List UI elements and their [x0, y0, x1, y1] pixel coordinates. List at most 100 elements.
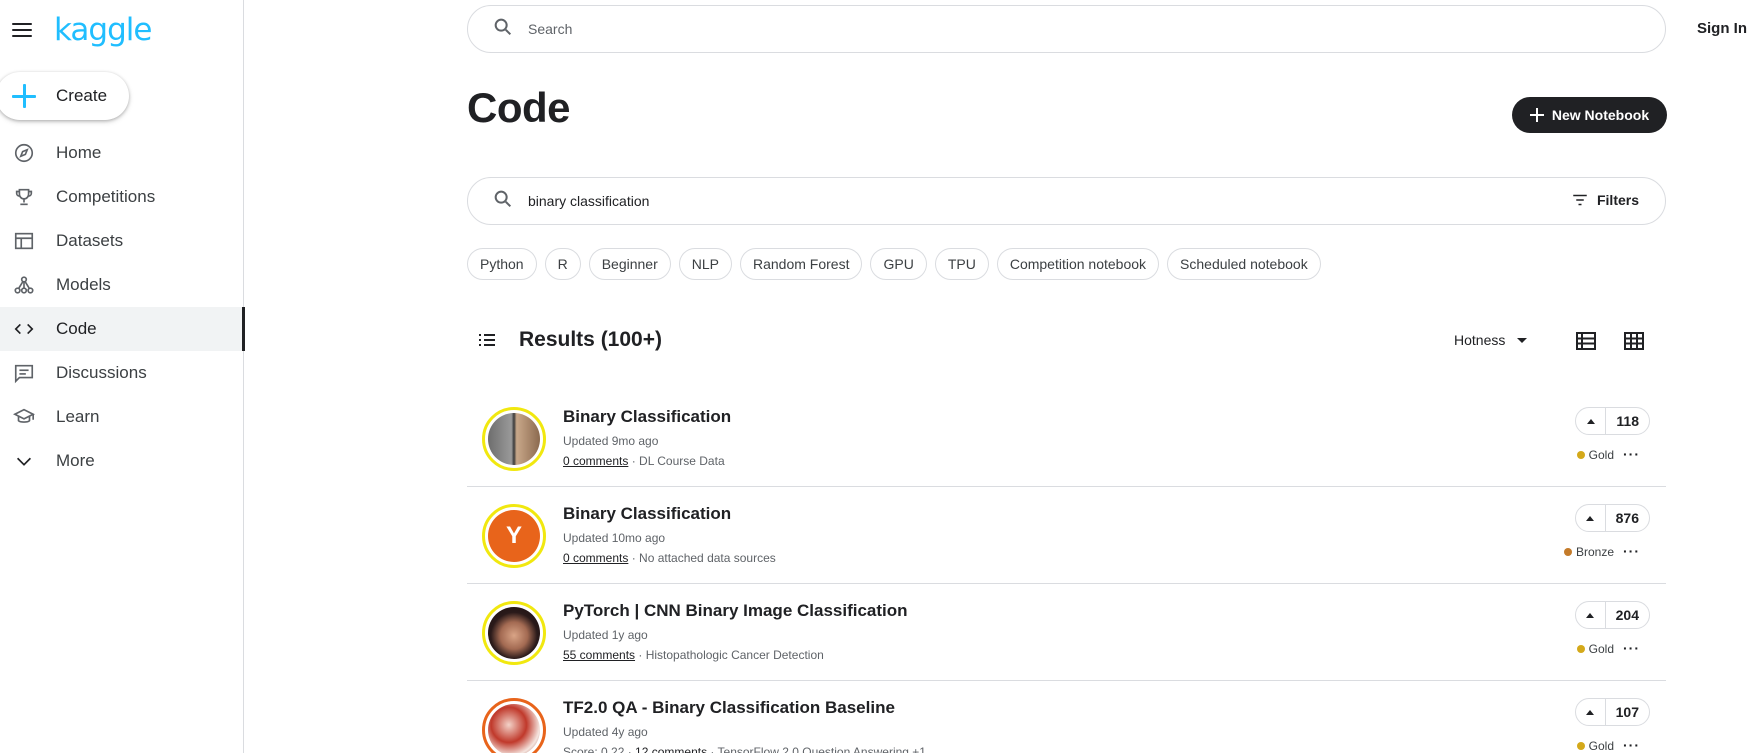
medal-icon [1576, 451, 1585, 459]
medal-badge: Gold [1576, 448, 1614, 462]
avatar[interactable] [482, 698, 546, 753]
comment-icon [12, 361, 36, 385]
plus-icon [1529, 108, 1544, 122]
upvote-icon[interactable] [1576, 602, 1606, 628]
chip-nlp[interactable]: NLP [678, 248, 732, 280]
sidebar-item-label: Datasets [56, 231, 124, 250]
avatar[interactable]: Y [482, 504, 546, 568]
avatar[interactable] [482, 601, 546, 665]
sidebar-item-models[interactable]: Models [0, 263, 244, 307]
compass-icon [12, 141, 36, 165]
chip-competition-notebook[interactable]: Competition notebook [996, 248, 1160, 280]
list-icon[interactable] [477, 330, 497, 350]
plus-icon [12, 84, 36, 108]
upvote-icon[interactable] [1576, 699, 1606, 725]
new-notebook-button[interactable]: New Notebook [1512, 97, 1667, 133]
chip-scheduled-notebook[interactable]: Scheduled notebook [1167, 248, 1321, 280]
list-view-icon[interactable] [1575, 330, 1597, 352]
updated-time: Updated 9mo ago [563, 434, 659, 448]
notebook-title[interactable]: Binary Classification [563, 407, 731, 427]
avatar-image [488, 413, 540, 465]
caret-down-icon [1517, 337, 1528, 343]
code-search-input[interactable] [528, 193, 1508, 209]
notebook-title[interactable]: Binary Classification [563, 504, 731, 524]
chip-random-forest[interactable]: Random Forest [740, 248, 863, 280]
more-options-icon[interactable]: ··· [1623, 737, 1640, 753]
sidebar-item-discussions[interactable]: Discussions [0, 351, 244, 395]
medal-icon [1563, 548, 1572, 556]
sidebar-item-competitions[interactable]: Competitions [0, 175, 244, 219]
sidebar: kaggle Create Home Competitions Datasets [0, 0, 245, 753]
meta-prefix: Score: 0.22 · [563, 745, 636, 753]
comments-link[interactable]: 0 comments [563, 551, 628, 565]
vote-button[interactable]: 204 [1574, 601, 1650, 629]
grid-view-icon[interactable] [1623, 330, 1645, 352]
vote-button[interactable]: 118 [1575, 407, 1650, 435]
vote-count: 118 [1616, 413, 1639, 429]
code-search[interactable]: Filters [467, 177, 1666, 225]
upvote-icon[interactable] [1576, 505, 1606, 531]
medal-icon [1576, 742, 1585, 750]
new-notebook-label: New Notebook [1551, 107, 1650, 123]
medal-icon [1576, 645, 1585, 653]
notebook-meta: 55 comments · Histopathologic Cancer Det… [563, 648, 824, 662]
chip-tpu[interactable]: TPU [934, 248, 989, 280]
chip-gpu[interactable]: GPU [870, 248, 927, 280]
chip-python[interactable]: Python [467, 248, 537, 280]
trophy-icon [12, 185, 36, 209]
sign-in-link[interactable]: Sign In [1697, 20, 1747, 37]
medal-badge: Bronze [1563, 545, 1614, 559]
data-source: · TensorFlow 2.0 Question Answering +1 [707, 745, 926, 753]
more-options-icon[interactable]: ··· [1623, 543, 1640, 559]
chip-beginner[interactable]: Beginner [588, 248, 671, 280]
sidebar-item-datasets[interactable]: Datasets [0, 219, 244, 263]
vote-count: 204 [1615, 607, 1639, 623]
vote-count: 107 [1615, 704, 1639, 720]
more-options-icon[interactable]: ··· [1623, 446, 1640, 462]
comments-link[interactable]: 55 comments [563, 648, 635, 662]
sort-dropdown[interactable]: Hotness [1454, 332, 1528, 348]
notebook-title[interactable]: PyTorch | CNN Binary Image Classificatio… [563, 601, 908, 621]
sidebar-item-label: Learn [56, 407, 100, 426]
updated-time: Updated 1y ago [563, 628, 648, 642]
result-row[interactable]: PyTorch | CNN Binary Image Classificatio… [467, 584, 1666, 681]
sidebar-item-label: Competitions [56, 187, 156, 206]
vote-button[interactable]: 107 [1574, 698, 1650, 726]
global-search[interactable] [467, 5, 1666, 53]
chevron-down-icon [12, 449, 36, 473]
data-source: · Histopathologic Cancer Detection [635, 648, 824, 662]
upvote-icon[interactable] [1576, 408, 1607, 434]
updated-time: Updated 10mo ago [563, 531, 666, 545]
sidebar-item-label: More [56, 451, 95, 470]
vote-button[interactable]: 876 [1574, 504, 1650, 532]
search-input[interactable] [528, 21, 1528, 37]
menu-icon[interactable] [12, 18, 36, 42]
comments-link[interactable]: 0 comments [563, 454, 628, 468]
more-options-icon[interactable]: ··· [1623, 640, 1640, 656]
avatar[interactable] [482, 407, 546, 471]
result-row[interactable]: Binary Classification Updated 9mo ago 0 … [467, 390, 1666, 487]
data-source: · DL Course Data [628, 454, 725, 468]
filter-icon [1573, 194, 1587, 206]
kaggle-logo[interactable]: kaggle [54, 12, 152, 48]
sidebar-item-label: Code [56, 319, 97, 338]
comments-link[interactable]: 12 comments [635, 745, 707, 753]
sidebar-item-learn[interactable]: Learn [0, 395, 244, 439]
sidebar-item-more[interactable]: More [0, 439, 244, 483]
avatar-image [488, 607, 540, 659]
data-source: · No attached data sources [628, 551, 776, 565]
sidebar-item-code[interactable]: Code [0, 307, 245, 351]
chip-r[interactable]: R [544, 248, 581, 280]
results-header: Results (100+) Hotness [467, 324, 1666, 356]
create-button[interactable]: Create [0, 72, 129, 120]
search-icon [492, 188, 514, 215]
result-row[interactable]: TF2.0 QA - Binary Classification Baselin… [467, 681, 1666, 753]
table-icon [12, 229, 36, 253]
results-list: Binary Classification Updated 9mo ago 0 … [467, 390, 1666, 753]
code-icon [12, 317, 36, 341]
notebook-title[interactable]: TF2.0 QA - Binary Classification Baselin… [563, 698, 895, 718]
result-row[interactable]: Y Binary Classification Updated 10mo ago… [467, 487, 1666, 584]
sidebar-item-home[interactable]: Home [0, 131, 244, 175]
filters-button[interactable]: Filters [1571, 191, 1639, 209]
notebook-meta: Score: 0.22 · 12 comments · TensorFlow 2… [563, 745, 926, 753]
